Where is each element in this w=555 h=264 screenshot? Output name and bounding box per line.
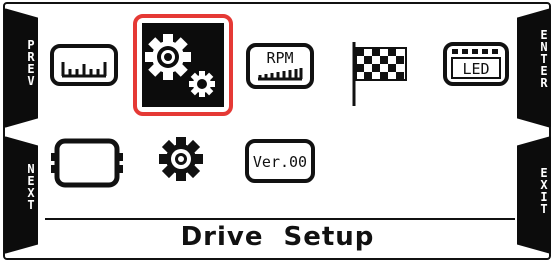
gears-icon	[133, 14, 233, 116]
led-display-icon: LED	[443, 42, 509, 86]
menu-item-gauge[interactable]	[50, 42, 120, 90]
display-frame-icon	[51, 138, 123, 188]
menu-item-flag[interactable]	[350, 40, 410, 108]
device-screen: PREV NEXT ENTER EXIT RPM LED Ver.00 Driv…	[0, 0, 555, 264]
led-label: LED	[462, 60, 489, 78]
gear-icon	[159, 137, 203, 181]
checkered-flag-icon	[352, 42, 407, 106]
rpm-label: RPM	[266, 49, 293, 67]
menu-item-settings[interactable]	[156, 134, 206, 184]
page-title: Drive Setup	[180, 222, 375, 252]
menu-item-rpm[interactable]: RPM	[246, 41, 316, 91]
menu-item-drive-setup[interactable]	[133, 14, 233, 116]
enter-button[interactable]: ENTER	[517, 8, 551, 128]
prev-label: PREV	[24, 38, 38, 86]
menu-item-version[interactable]: Ver.00	[245, 137, 317, 187]
exit-label: EXIT	[537, 166, 551, 214]
footer-divider	[45, 218, 515, 220]
menu-item-led[interactable]: LED	[443, 40, 511, 88]
menu-item-display[interactable]	[49, 137, 125, 189]
rpm-bar-icon: RPM	[246, 43, 314, 89]
version-box-icon: Ver.00	[245, 139, 315, 183]
gauge-scale-icon	[50, 44, 118, 86]
next-label: NEXT	[24, 162, 38, 210]
enter-label: ENTER	[537, 28, 551, 88]
prev-button[interactable]: PREV	[4, 8, 38, 128]
version-label: Ver.00	[253, 153, 307, 171]
